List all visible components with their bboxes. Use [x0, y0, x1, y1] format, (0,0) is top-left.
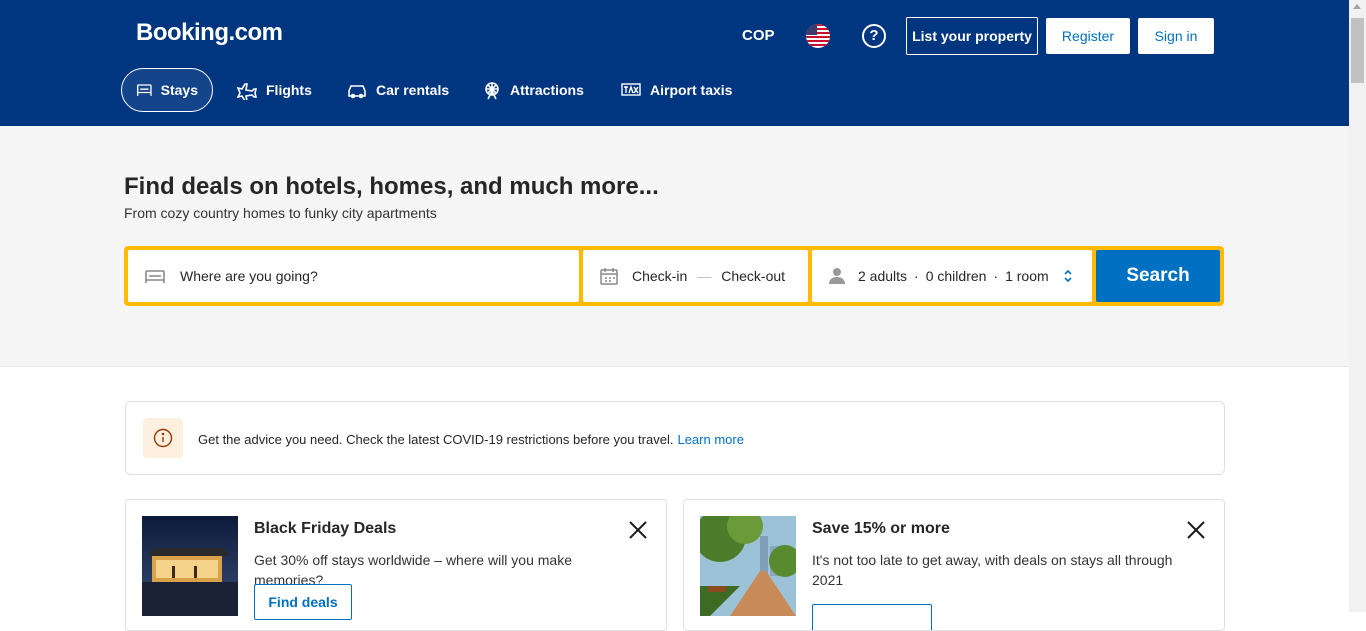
nav-stays-label: Stays: [160, 82, 198, 98]
info-icon: [143, 418, 183, 458]
card-text: It's not too late to get away, with deal…: [812, 552, 1173, 588]
bed-icon: [145, 270, 165, 283]
card-title: Save 15% or more: [812, 520, 950, 537]
card-button[interactable]: [812, 604, 932, 630]
nav-attractions-label: Attractions: [510, 82, 584, 98]
dates-field[interactable]: Check-in — Check-out: [583, 250, 808, 302]
search-button[interactable]: Search: [1096, 250, 1220, 302]
nav-attractions[interactable]: Attractions: [468, 68, 598, 112]
nav-stays[interactable]: Stays: [121, 68, 213, 112]
calendar-icon: [600, 268, 618, 285]
destination-input[interactable]: Where are you going?: [180, 268, 318, 284]
card-title: Black Friday Deals: [254, 520, 397, 537]
find-deals-button[interactable]: Find deals: [254, 584, 352, 620]
close-icon[interactable]: [1184, 518, 1208, 542]
destination-field[interactable]: Where are you going?: [128, 250, 579, 302]
plane-icon: [236, 83, 258, 100]
list-property-button[interactable]: List your property: [906, 17, 1038, 55]
children-count: 0 children: [925, 268, 987, 284]
booking-logo[interactable]: Booking.com: [136, 19, 283, 47]
promo-image: [142, 516, 238, 616]
black-friday-card: Black Friday Deals Get 30% off stays wor…: [125, 499, 667, 631]
save-15-card: Save 15% or more It's not too late to ge…: [683, 499, 1225, 631]
hero-title: Find deals on hotels, homes, and much mo…: [124, 173, 659, 200]
nav-car-label: Car rentals: [376, 82, 450, 98]
register-button[interactable]: Register: [1046, 18, 1130, 54]
site-header: Booking.com COP ? List your property Reg…: [0, 0, 1349, 126]
close-icon[interactable]: [626, 518, 650, 542]
taxi-icon: [621, 83, 641, 96]
help-icon[interactable]: ?: [862, 24, 886, 48]
nav-car-rentals[interactable]: Car rentals: [332, 68, 463, 112]
bed-icon: [136, 84, 152, 96]
sign-in-button[interactable]: Sign in: [1138, 18, 1214, 54]
guests-field[interactable]: 2 adults · 0 children · 1 room: [812, 250, 1092, 302]
alert-text: Get the advice you need. Check the lates…: [198, 432, 744, 447]
covid-alert: Get the advice you need. Check the lates…: [125, 401, 1225, 475]
ferris-wheel-icon: [485, 82, 499, 100]
date-separator: —: [697, 268, 712, 284]
scroll-up-icon[interactable]: [1353, 4, 1361, 9]
adults-count: 2 adults: [858, 268, 908, 284]
nav-flights[interactable]: Flights: [222, 68, 326, 112]
search-bar: Where are you going? Check-in — Check-ou…: [124, 246, 1224, 306]
currency-selector[interactable]: COP: [742, 27, 775, 44]
nav-airport-taxis[interactable]: Airport taxis: [606, 68, 746, 112]
rooms-count: 1 room: [1005, 268, 1049, 284]
hero-section: Find deals on hotels, homes, and much mo…: [0, 126, 1349, 367]
promo-image: [700, 516, 796, 616]
us-flag-icon[interactable]: [806, 24, 830, 48]
person-icon: [829, 268, 845, 284]
page-scrollbar[interactable]: [1349, 0, 1366, 612]
hero-subtitle: From cozy country homes to funky city ap…: [124, 205, 437, 221]
nav-flights-label: Flights: [266, 82, 312, 98]
scroll-thumb[interactable]: [1351, 18, 1364, 83]
check-in[interactable]: Check-in: [632, 268, 687, 284]
chevron-updown-icon: [1064, 269, 1072, 283]
nav-taxis-label: Airport taxis: [650, 82, 733, 98]
check-out[interactable]: Check-out: [721, 268, 785, 284]
learn-more-link[interactable]: Learn more: [677, 432, 743, 447]
car-icon: [348, 85, 366, 99]
